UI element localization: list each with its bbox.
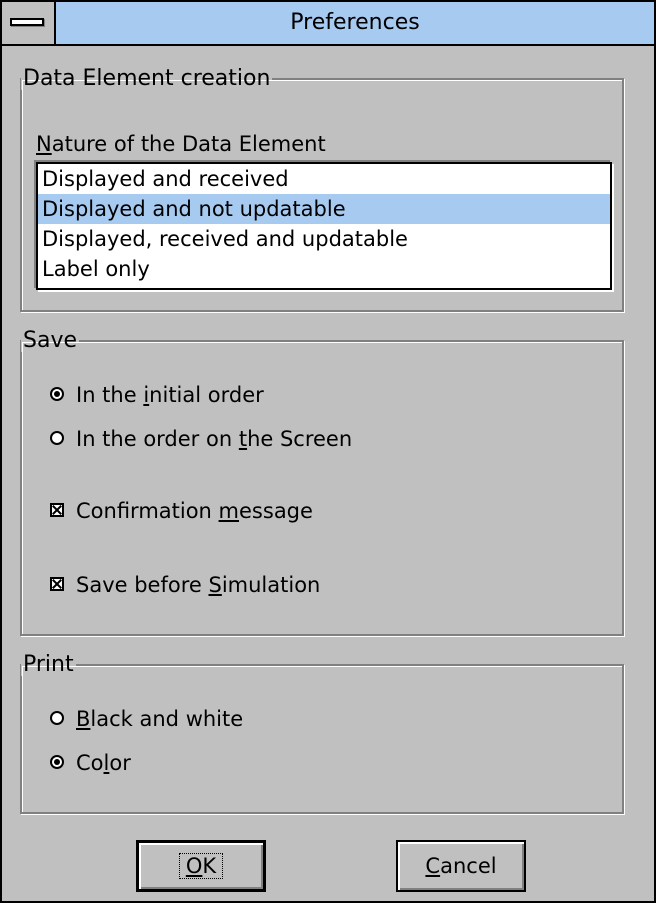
- cancel-button-label: Cancel: [425, 854, 497, 878]
- radio-screen-order[interactable]: In the order on the Screen: [50, 424, 352, 454]
- list-item[interactable]: Label only: [38, 254, 610, 284]
- save-legend: Save: [23, 328, 78, 353]
- radio-checked-icon: [50, 755, 64, 769]
- nature-of-data-element-label: Nature of the Data Element: [36, 132, 326, 156]
- checkbox-confirmation-message[interactable]: Confirmation message: [50, 496, 313, 526]
- list-item-selected[interactable]: Displayed and not updatable: [38, 194, 610, 224]
- checkbox-save-before-simulation[interactable]: Save before Simulation: [50, 570, 320, 600]
- print-legend: Print: [23, 652, 74, 677]
- dialog-title: Preferences: [290, 10, 420, 35]
- nature-listbox[interactable]: Displayed and received Displayed and not…: [36, 162, 612, 290]
- list-item[interactable]: Displayed and received: [38, 164, 610, 194]
- ok-button[interactable]: OK: [136, 840, 266, 892]
- data-element-creation-legend: Data Element creation: [23, 66, 271, 91]
- checkbox-checked-icon: [50, 577, 64, 591]
- cancel-button[interactable]: Cancel: [396, 840, 526, 892]
- radio-color[interactable]: Color: [50, 748, 131, 778]
- radio-unchecked-icon: [50, 431, 64, 445]
- radio-initial-order[interactable]: In the initial order: [50, 380, 264, 410]
- radio-unchecked-icon: [50, 711, 64, 725]
- print-group: Print: [20, 654, 624, 814]
- radio-black-and-white[interactable]: Black and white: [50, 704, 243, 734]
- preferences-dialog: Preferences Data Element creation Nature…: [0, 0, 656, 903]
- list-item[interactable]: Displayed, received and updatable: [38, 224, 610, 254]
- system-menu-icon: [10, 18, 44, 26]
- title-bar[interactable]: Preferences: [2, 2, 654, 46]
- system-menu-button[interactable]: [2, 2, 56, 44]
- radio-checked-icon: [50, 387, 64, 401]
- ok-button-label: OK: [178, 853, 224, 879]
- checkbox-checked-icon: [50, 503, 64, 517]
